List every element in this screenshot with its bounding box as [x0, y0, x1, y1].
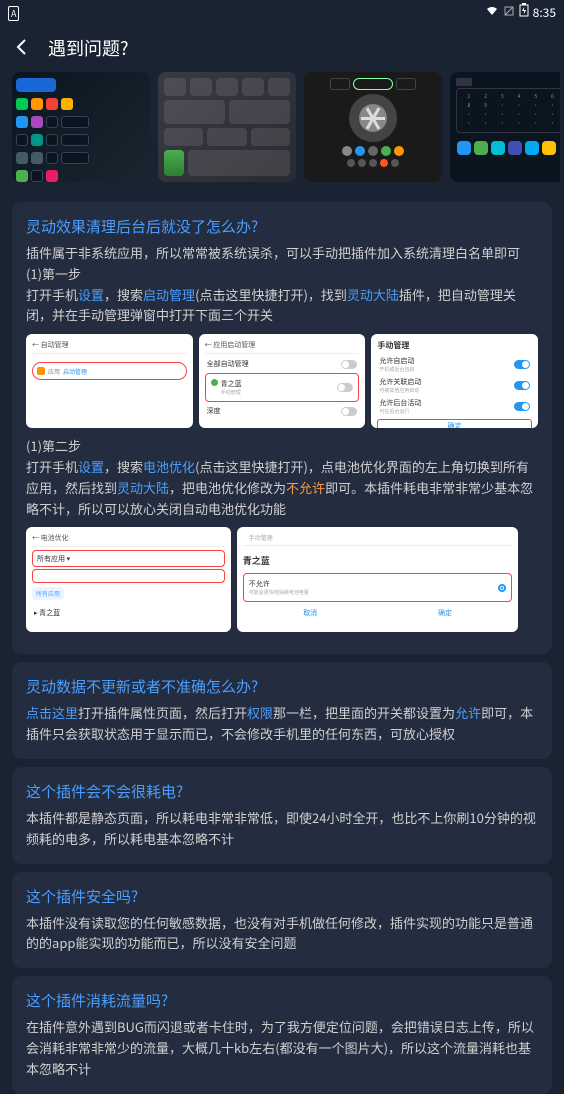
card-title: 灵动效果清理后台后就没了怎么办? — [26, 216, 538, 237]
settings-link[interactable]: 设置 — [78, 457, 104, 476]
theme-gallery[interactable]: 1234567 89····· ······· ······· — [4, 72, 560, 194]
card-text: 在插件意外遇到BUG而闪退或者卡住时，为了我方便定位问题，会把错误日志上传，所以… — [26, 1017, 538, 1079]
click-here-link[interactable]: 点击这里 — [26, 703, 78, 722]
faq-card-background-kill: 灵动效果清理后台后就没了怎么办? 插件属于非系统应用，所以常常被系统误杀，可以手… — [12, 202, 552, 654]
card-text: 点击这里打开插件属性页面，然后打开权限那一栏，把里面的开关都设置为允许即可，本插… — [26, 703, 538, 745]
gallery-item[interactable] — [158, 72, 296, 182]
permissions-link[interactable]: 权限 — [247, 703, 273, 722]
page-title: 遇到问题? — [48, 35, 129, 61]
gallery-item[interactable] — [12, 72, 150, 182]
card-title: 这个插件消耗流量吗? — [26, 990, 538, 1011]
screenshot-battery-opt: ← 电池优化 所有应用 ▾ 所有应用 ▸ 青之蓝 — [26, 527, 231, 632]
card-text: 插件属于非系统应用，所以常常被系统误杀，可以手动把插件加入系统清理白名单即可 (… — [26, 243, 538, 326]
app-name-link: 灵动大陆 — [347, 285, 399, 304]
faq-card-battery: 这个插件会不会很耗电? 本插件都是静态页面，所以耗电非常非常低，即使24小时全开… — [12, 767, 552, 864]
screenshot-row: ← 自动管理 应用启动管理 ← 应用启动管理 全部自动管理 青之蓝手动管理 深度… — [26, 334, 538, 428]
card-text: (1)第二步 打开手机设置，搜索电池优化(点击这里快捷打开)，点电池优化界面的左… — [26, 436, 538, 519]
screenshot-app-manage: ← 应用启动管理 全部自动管理 青之蓝手动管理 深度 — [199, 334, 366, 428]
scroll-content[interactable]: 1234567 89····· ······· ······· 灵动效果清理后台… — [0, 72, 564, 1094]
startup-manage-link[interactable]: 启动管理 — [143, 285, 195, 304]
screenshot-battery-dialog: 手动管理 青之蓝 不允许可能会更快地消耗电池电量 取消确定 — [237, 527, 519, 632]
gallery-item[interactable] — [304, 72, 442, 182]
card-text: 本插件没有读取您的任何敏感数据，也没有对手机做任何修改，插件实现的功能只是普通的… — [26, 913, 538, 955]
settings-link[interactable]: 设置 — [78, 285, 104, 304]
allow-text: 允许 — [455, 703, 481, 722]
not-allowed-text: 不允许 — [286, 478, 325, 497]
gallery-item[interactable]: 1234567 89····· ······· ······· — [450, 72, 560, 182]
back-arrow-icon[interactable] — [12, 34, 32, 63]
status-bar: A 8:35 — [0, 0, 564, 24]
battery-opt-link[interactable]: 电池优化 — [143, 457, 195, 476]
card-title: 灵动数据不更新或者不准确怎么办? — [26, 676, 538, 697]
app-header: 遇到问题? — [0, 24, 564, 72]
card-title: 这个插件会不会很耗电? — [26, 781, 538, 802]
screenshot-manual-manage: 手动管理 允许自启动开机或后台自启 允许关联启动可被其他应用启动 允许后台活动可… — [371, 334, 538, 428]
app-name-link: 灵动大陆 — [117, 478, 169, 497]
battery-charging-icon — [519, 3, 529, 21]
faq-card-security: 这个插件安全吗? 本插件没有读取您的任何敏感数据，也没有对手机做任何修改，插件实… — [12, 872, 552, 969]
card-text: 本插件都是静态页面，所以耗电非常非常低，即使24小时全开，也比不上你刷10分钟的… — [26, 808, 538, 850]
no-sim-icon — [503, 4, 515, 21]
card-title: 这个插件安全吗? — [26, 886, 538, 907]
wifi-icon — [485, 4, 499, 21]
status-time: 8:35 — [533, 4, 556, 21]
faq-card-traffic: 这个插件消耗流量吗? 在插件意外遇到BUG而闪退或者卡住时，为了我方便定位问题，… — [12, 976, 552, 1093]
screenshot-search: ← 自动管理 应用启动管理 — [26, 334, 193, 428]
screenshot-row: ← 电池优化 所有应用 ▾ 所有应用 ▸ 青之蓝 手动管理 青之蓝 不允许可能会… — [26, 527, 538, 632]
faq-card-data-update: 灵动数据不更新或者不准确怎么办? 点击这里打开插件属性页面，然后打开权限那一栏，… — [12, 662, 552, 759]
app-indicator-icon: A — [8, 6, 19, 21]
